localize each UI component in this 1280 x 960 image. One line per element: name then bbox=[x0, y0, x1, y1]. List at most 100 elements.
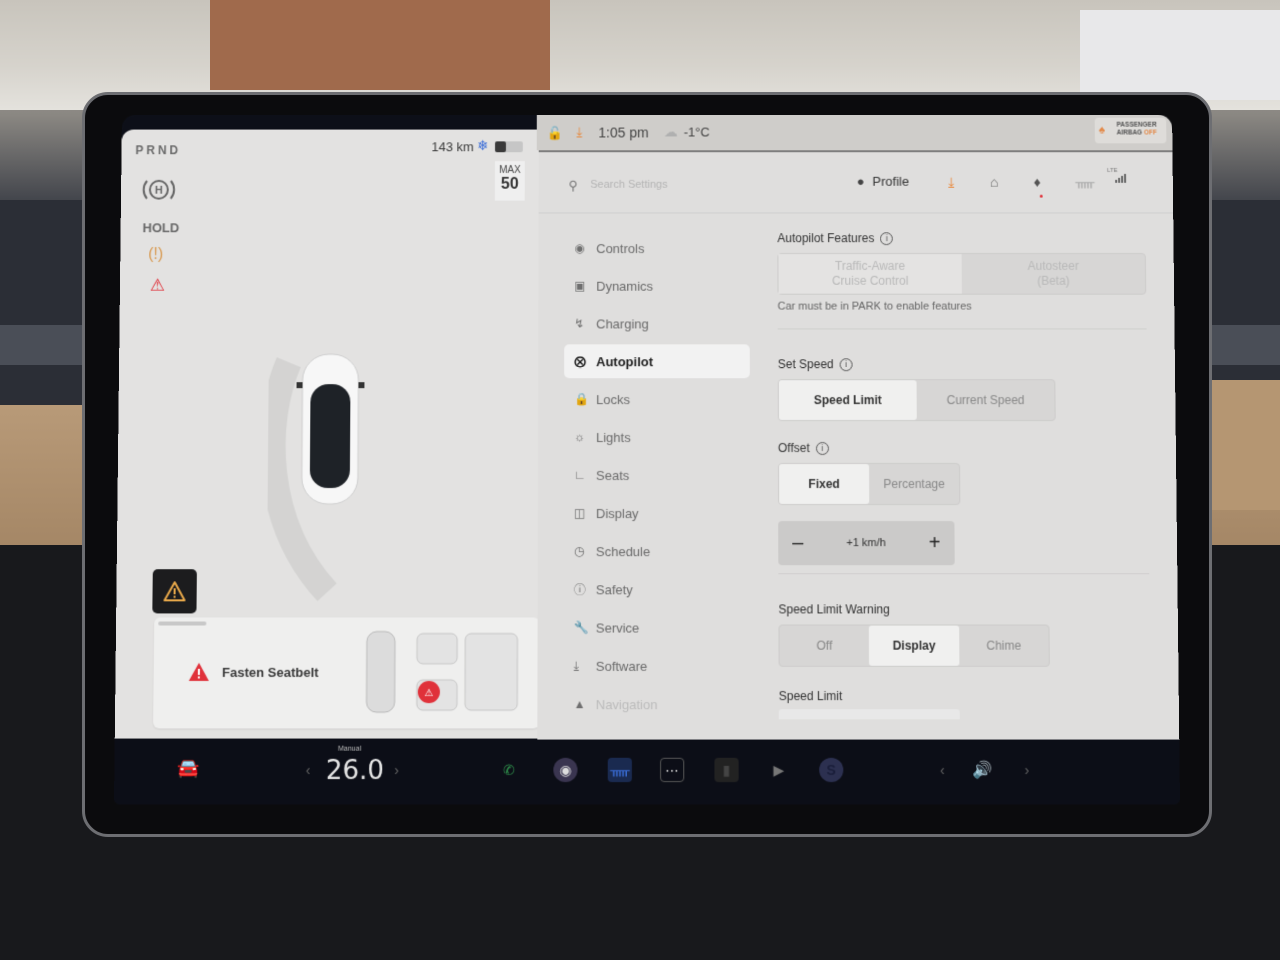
alert-triangle-icon bbox=[188, 662, 210, 681]
nav-item-locks[interactable]: 🔒 Locks bbox=[564, 382, 750, 416]
nav-item-software[interactable]: ⤓ Software bbox=[564, 649, 751, 683]
cloud-icon: ☁ bbox=[663, 123, 678, 140]
more-apps-icon[interactable]: ⋯ bbox=[660, 757, 685, 783]
volume-decrease-button[interactable]: ‹ bbox=[940, 762, 945, 778]
phone-icon[interactable]: ✆ bbox=[497, 758, 521, 782]
info-icon[interactable]: i bbox=[839, 357, 853, 371]
airbag-status: OFF bbox=[1143, 129, 1157, 137]
nav-label: Software bbox=[595, 658, 648, 674]
media-play-icon[interactable]: ▶ bbox=[767, 758, 791, 782]
camera-icon[interactable]: ◉ bbox=[553, 757, 578, 783]
background-house bbox=[210, 0, 550, 90]
option-chime[interactable]: Chime bbox=[959, 626, 1049, 666]
offset-title: Offset i bbox=[778, 441, 1148, 455]
speed-limit-sign: MAX 50 bbox=[494, 161, 525, 201]
seat-icon: ∟ bbox=[573, 467, 586, 482]
status-bar: 🔓 ⤓ 1:05 pm ☁ -1°C ♠ PASSENGER AIRBAG OF… bbox=[536, 114, 1173, 151]
download-icon: ⤓ bbox=[573, 658, 580, 673]
option-off[interactable]: Off bbox=[779, 626, 869, 666]
speed-limit-warning-selector: Off Display Chime bbox=[778, 624, 1050, 667]
car-top-view bbox=[267, 342, 419, 602]
option-traffic-aware-cruise-control[interactable]: Traffic-Aware Cruise Control bbox=[778, 254, 962, 294]
passenger-airbag-indicator: ♠ PASSENGER AIRBAG OFF bbox=[1094, 117, 1167, 144]
speed-limit-selector[interactable] bbox=[778, 709, 960, 720]
taskbar: 🚘 ‹ Manual 26.0 › ✆ ◉ ᚅ ⋯ ▮ ▶ S ‹ 🔊 › bbox=[113, 739, 1181, 805]
option-current-speed[interactable]: Current Speed bbox=[917, 380, 1055, 420]
garage-icon[interactable]: ⌂ bbox=[990, 174, 999, 190]
nav-item-display[interactable]: ◫ Display bbox=[564, 496, 750, 530]
option-autosteer-beta[interactable]: Autosteer (Beta) bbox=[962, 254, 1146, 294]
lock-icon: 🔒 bbox=[574, 392, 590, 407]
nav-item-controls[interactable]: ◉ Controls bbox=[564, 231, 749, 265]
increase-button[interactable]: + bbox=[929, 532, 941, 555]
cabin-temperature[interactable]: 26.0 bbox=[326, 756, 384, 786]
nav-label: Service bbox=[595, 619, 640, 636]
touchscreen: PRND H HOLD (!) ⚠ 143 km ❄ MAX 50 Fasten… bbox=[113, 114, 1181, 805]
app-icon[interactable]: ▮ bbox=[714, 757, 739, 783]
person-icon: ● bbox=[856, 173, 865, 189]
alert-progress-bar bbox=[158, 621, 207, 626]
option-display[interactable]: Display bbox=[869, 625, 960, 666]
offset-value: +1 km/h bbox=[846, 537, 886, 550]
outside-temperature: -1°C bbox=[683, 124, 710, 140]
software-update-icon[interactable]: ⤓ bbox=[576, 125, 582, 141]
nav-item-dynamics[interactable]: ▣ Dynamics bbox=[564, 269, 749, 303]
profile-button[interactable]: ● Profile bbox=[857, 174, 909, 189]
parking-brake-icon: H bbox=[141, 175, 177, 205]
autopilot-settings: Autopilot Features i Traffic-Aware Cruise… bbox=[777, 231, 1151, 720]
temp-decrease-button[interactable]: ‹ bbox=[306, 762, 311, 778]
section-title: Speed Limit bbox=[778, 689, 843, 704]
search-icon: ⚲ bbox=[568, 177, 578, 193]
navigation-icon: ▲ bbox=[573, 697, 586, 712]
car-icon[interactable]: 🚘 bbox=[177, 758, 200, 779]
climate-mode-label: Manual bbox=[338, 745, 362, 753]
nav-item-lights[interactable]: ☼ Lights bbox=[564, 420, 750, 454]
section-title: Speed Limit Warning bbox=[778, 602, 890, 617]
nav-label: Autopilot bbox=[596, 353, 654, 369]
seat-occupancy-diagram: ⚠ bbox=[364, 628, 525, 717]
nav-item-safety[interactable]: ⓘ Safety bbox=[564, 572, 751, 606]
driving-visualization-pane: PRND H HOLD (!) ⚠ 143 km ❄ MAX 50 Fasten… bbox=[114, 129, 547, 739]
bluetooth-icon[interactable]: ᚅ bbox=[1075, 174, 1094, 191]
info-icon[interactable]: i bbox=[880, 231, 894, 245]
nav-label: Controls bbox=[596, 240, 645, 256]
nav-item-schedule[interactable]: ◷ Schedule bbox=[564, 534, 750, 568]
nav-item-charging[interactable]: ↯ Charging bbox=[564, 307, 750, 341]
nav-label: Seats bbox=[595, 467, 630, 483]
option-label: Traffic-Aware bbox=[834, 258, 906, 273]
nav-item-navigation[interactable]: ▲ Navigation bbox=[564, 687, 751, 721]
info-icon[interactable]: i bbox=[815, 441, 829, 455]
nav-label: Charging bbox=[596, 316, 649, 331]
option-label: Cruise Control bbox=[831, 273, 909, 288]
option-percentage[interactable]: Percentage bbox=[869, 464, 959, 504]
snowflake-icon: ❄ bbox=[477, 137, 489, 154]
volume-increase-button[interactable]: › bbox=[1024, 762, 1029, 778]
bluetooth-app-icon[interactable]: ᚅ bbox=[607, 757, 632, 783]
nav-item-seats[interactable]: ∟ Seats bbox=[564, 458, 750, 492]
download-icon[interactable]: ⤓ bbox=[948, 174, 954, 191]
option-speed-limit[interactable]: Speed Limit bbox=[778, 380, 917, 421]
set-speed-selector: Speed Limit Current Speed bbox=[777, 379, 1056, 422]
section-title: Set Speed bbox=[777, 357, 834, 372]
streaming-app-icon[interactable]: S bbox=[819, 757, 844, 783]
nav-item-autopilot[interactable]: ⨂ Autopilot bbox=[564, 344, 750, 379]
unlock-icon[interactable]: 🔓 bbox=[547, 126, 563, 142]
volume-icon[interactable]: 🔊 bbox=[970, 758, 994, 782]
temp-increase-button[interactable]: › bbox=[394, 762, 399, 778]
nav-item-service[interactable]: 🔧 Service bbox=[564, 610, 751, 644]
bell-icon[interactable]: ♦ bbox=[1034, 174, 1041, 190]
svg-text:H: H bbox=[155, 185, 163, 197]
option-fixed[interactable]: Fixed bbox=[779, 463, 870, 505]
bolt-icon: ↯ bbox=[574, 316, 585, 331]
hold-label: HOLD bbox=[142, 220, 180, 236]
seatbelt-alert-card: Fasten Seatbelt ⚠ bbox=[153, 617, 540, 729]
decrease-button[interactable]: – bbox=[792, 532, 803, 555]
nav-label: Safety bbox=[595, 581, 633, 597]
autopilot-features-selector: Traffic-Aware Cruise Control Autosteer (Be… bbox=[777, 253, 1147, 295]
hazard-warning-button[interactable] bbox=[152, 569, 197, 614]
gear-selector[interactable]: PRND bbox=[135, 143, 181, 157]
option-label: Autosteer bbox=[1027, 258, 1079, 273]
search-settings-input[interactable] bbox=[590, 173, 790, 196]
airbag-label-line2: AIRBAG bbox=[1116, 129, 1143, 137]
svg-text:⚠: ⚠ bbox=[424, 688, 433, 699]
